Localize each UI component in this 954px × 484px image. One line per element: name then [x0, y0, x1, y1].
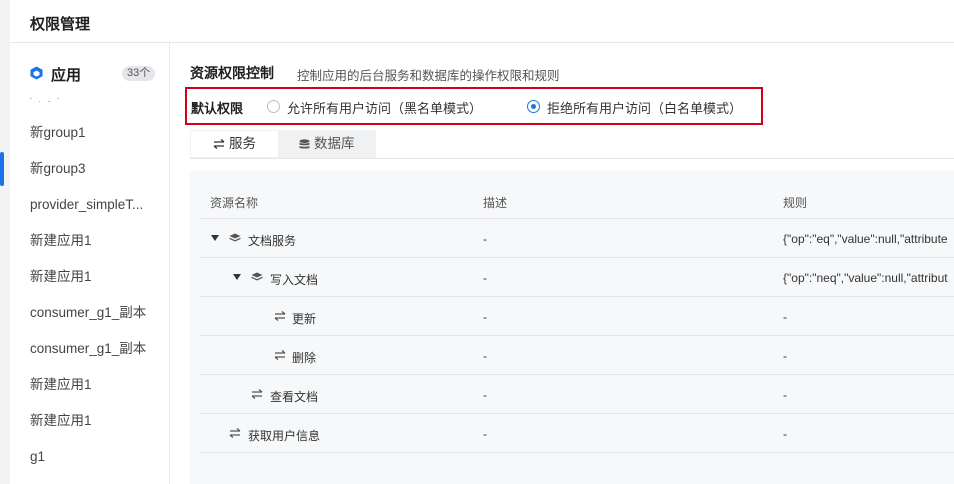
resource-description: -	[483, 232, 487, 246]
swap-arrows-icon	[274, 350, 286, 360]
page: 权限管理 应用 33个 ' · - ' 新group1 新group3 prov…	[0, 0, 954, 484]
section-title: 资源权限控制	[190, 65, 274, 81]
database-icon	[299, 139, 310, 149]
resource-description: -	[483, 310, 487, 324]
sidebar-item-app[interactable]: consumer_g1_副本	[10, 331, 169, 367]
cube-icon	[30, 66, 43, 80]
resource-name: 查看文档	[270, 390, 319, 404]
column-header-name: 资源名称	[210, 196, 259, 210]
sidebar-item-app[interactable]: 新group1	[10, 115, 169, 151]
resource-name: 写入文档	[270, 273, 319, 287]
table-row[interactable]: 文档服务 - {"op":"eq","value":null,"attribut…	[200, 220, 954, 258]
sidebar-item-app[interactable]: 新group3	[10, 151, 169, 187]
swap-arrows-icon	[229, 428, 241, 438]
sidebar-item-app[interactable]: 新建应用1	[10, 259, 169, 295]
app-section-title: 应用	[51, 67, 82, 84]
column-header-description: 描述	[483, 196, 508, 210]
resource-description: -	[483, 427, 487, 441]
sidebar-item-app[interactable]: g1	[10, 439, 169, 475]
main-panel: 资源权限控制 控制应用的后台服务和数据库的操作权限和规则 默认权限 允许所有用户…	[170, 43, 954, 484]
radio-whitelist-mode[interactable]	[527, 100, 540, 113]
layers-icon	[251, 272, 263, 281]
resource-name: 获取用户信息	[248, 429, 321, 443]
app-count-badge: 33个	[122, 66, 156, 81]
resource-rule: -	[783, 349, 787, 363]
table-row[interactable]: 更新 - -	[200, 298, 954, 336]
tab-service-label: 服务	[229, 136, 256, 151]
resource-description: -	[483, 271, 487, 285]
resource-name: 更新	[292, 312, 317, 326]
resource-name: 文档服务	[248, 234, 297, 248]
sidebar-item-app[interactable]: 新建应用1	[10, 223, 169, 259]
radio-blacklist-mode[interactable]	[267, 100, 280, 113]
swap-arrows-icon	[251, 389, 263, 399]
resource-rule: -	[783, 427, 787, 441]
swap-arrows-icon	[213, 139, 225, 150]
table-row[interactable]: 删除 - -	[200, 337, 954, 375]
expand-caret-icon[interactable]	[233, 274, 241, 280]
default-permission-label: 默认权限	[191, 101, 244, 116]
table-row[interactable]: 获取用户信息 - -	[200, 415, 954, 453]
sidebar-header: 应用 33个	[10, 61, 169, 85]
column-header-rule: 规则	[783, 196, 808, 210]
resource-rule: -	[783, 388, 787, 402]
default-permission-group: 默认权限 允许所有用户访问（黑名单模式） 拒绝所有用户访问（白名单模式）	[185, 87, 763, 125]
tab-database-label: 数据库	[314, 136, 355, 151]
section-description: 控制应用的后台服务和数据库的操作权限和规则	[297, 69, 560, 83]
page-title: 权限管理	[30, 16, 91, 33]
swap-arrows-icon	[274, 311, 286, 321]
app-sidebar: 应用 33个 ' · - ' 新group1 新group3 provider_…	[10, 43, 170, 484]
table-row[interactable]: 写入文档 - {"op":"neq","value":null,"attribu…	[200, 259, 954, 297]
tab-service[interactable]: 服务	[191, 131, 278, 157]
resource-table-container: 资源名称 描述 规则 文档服务 - {"op":"eq","value":nul…	[190, 171, 954, 484]
layers-icon	[229, 233, 241, 242]
resource-name: 删除	[292, 351, 317, 365]
page-header: 权限管理	[10, 0, 954, 43]
table-header: 资源名称 描述 规则	[200, 183, 954, 219]
sidebar-item-app[interactable]: provider_simpleT...	[10, 187, 169, 223]
tab-database[interactable]: 数据库	[285, 131, 355, 157]
sidebar-active-indicator	[0, 152, 4, 186]
table-row[interactable]: 查看文档 - -	[200, 376, 954, 414]
resource-description: -	[483, 349, 487, 363]
sidebar-item-app[interactable]: 新建应用1	[10, 367, 169, 403]
truncated-list-item[interactable]: ' · - '	[30, 97, 61, 106]
radio-label-whitelist[interactable]: 拒绝所有用户访问（白名单模式）	[547, 98, 742, 117]
resource-tabs: 服务 数据库	[190, 130, 376, 158]
resource-rule: {"op":"eq","value":null,"attribute	[783, 232, 948, 246]
expand-caret-icon[interactable]	[211, 235, 219, 241]
resource-rule: -	[783, 310, 787, 324]
sidebar-item-app[interactable]: 新建应用1	[10, 403, 169, 439]
resource-rule: {"op":"neq","value":null,"attribut	[783, 271, 948, 285]
tab-divider	[190, 158, 954, 159]
sidebar-item-app[interactable]: consumer_g1_副本	[10, 295, 169, 331]
resource-description: -	[483, 388, 487, 402]
radio-label-blacklist[interactable]: 允许所有用户访问（黑名单模式）	[287, 98, 482, 117]
